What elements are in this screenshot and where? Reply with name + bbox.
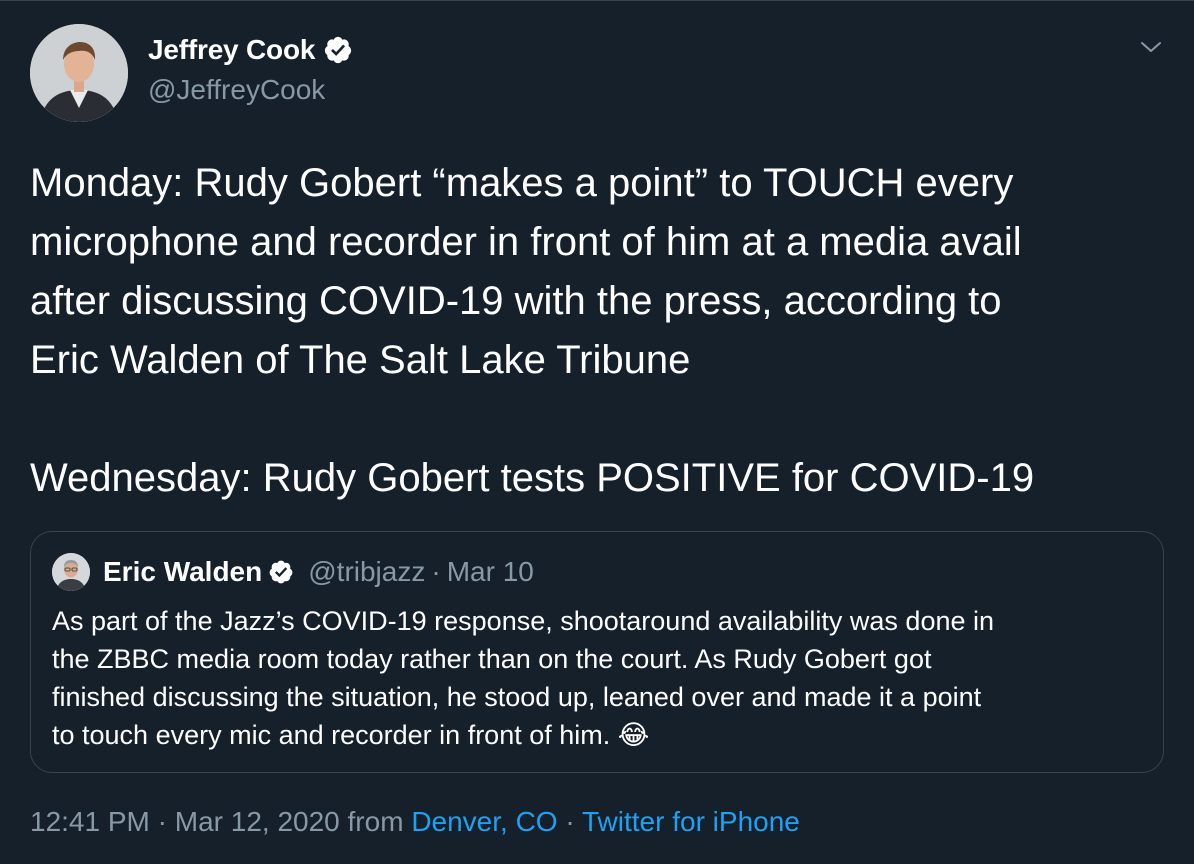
quoted-line: finished discussing the situation, he st… [52, 682, 982, 712]
tweet-line: after discussing COVID-19 with the press… [30, 279, 1002, 323]
quoted-line-text: to touch every mic and recorder in front… [52, 720, 618, 750]
dot-separator: · [565, 806, 575, 837]
tweet-metadata: 12:41 PM · Mar 12, 2020 from Denver, CO … [30, 806, 800, 838]
verified-badge-icon [269, 560, 293, 584]
quoted-author-handle[interactable]: @tribjazz [308, 556, 425, 588]
author-avatar-image [30, 24, 128, 122]
tweet-line: Wednesday: Rudy Gobert tests POSITIVE fo… [30, 456, 1035, 500]
dot-separator: · [157, 806, 167, 837]
verified-badge-icon [325, 36, 352, 64]
author-name-row: Jeffrey Cook [148, 34, 353, 66]
source-link[interactable]: Twitter for iPhone [582, 806, 800, 837]
chevron-down-icon[interactable] [1138, 34, 1164, 60]
tweet-line: Monday: Rudy Gobert “makes a point” to T… [30, 161, 1014, 205]
tears-of-joy-emoji: 😂 [617, 720, 650, 750]
tweet-date[interactable]: Mar 12, 2020 [175, 806, 340, 837]
quoted-header: Eric Walden @tribjazz · Mar 10 [103, 556, 534, 588]
from-label: from [347, 806, 404, 837]
quoted-line: to touch every mic and recorder in front… [52, 716, 1152, 754]
quoted-tweet-card[interactable]: Eric Walden @tribjazz · Mar 10 As part o… [30, 531, 1164, 773]
tweet-line: microphone and recorder in front of him … [30, 220, 1022, 264]
quoted-author-name[interactable]: Eric Walden [103, 556, 262, 588]
author-name[interactable]: Jeffrey Cook [148, 34, 315, 66]
tweet-line: Eric Walden of The Salt Lake Tribune [30, 338, 691, 382]
quoted-line: As part of the Jazz’s COVID-19 response,… [52, 606, 995, 636]
top-divider [0, 0, 1194, 1]
quoted-text: As part of the Jazz’s COVID-19 response,… [52, 602, 1152, 754]
author-avatar[interactable] [30, 24, 128, 122]
quoted-author-avatar[interactable] [52, 553, 90, 591]
quoted-date[interactable]: Mar 10 [447, 556, 534, 588]
quoted-author-avatar-image [52, 553, 90, 591]
quoted-line: the ZBBC media room today rather than on… [52, 644, 932, 674]
author-handle[interactable]: @JeffreyCook [148, 74, 325, 106]
tweet-time[interactable]: 12:41 PM [30, 806, 150, 837]
tweet-text: Monday: Rudy Gobert “makes a point” to T… [30, 154, 1170, 508]
location-link[interactable]: Denver, CO [411, 806, 557, 837]
dot-separator: · [431, 556, 441, 587]
